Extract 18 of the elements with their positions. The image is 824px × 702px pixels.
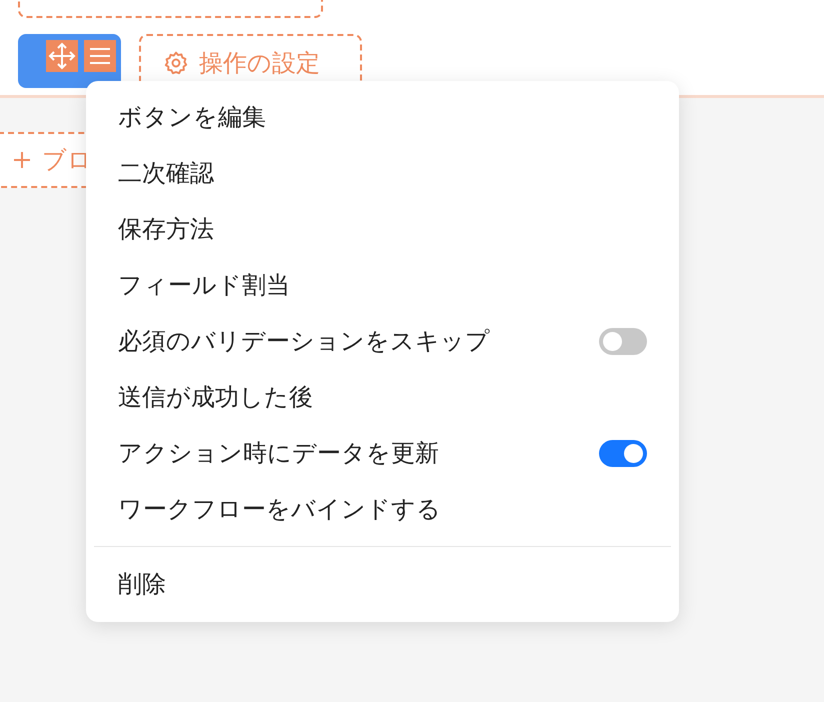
menu-item[interactable]: フィールド割当: [86, 257, 679, 313]
menu-item-label: 必須のバリデーションをスキップ: [118, 326, 490, 357]
menu-item[interactable]: 送信が成功した後: [86, 369, 679, 425]
menu-item[interactable]: 必須のバリデーションをスキップ: [86, 313, 679, 369]
toggle-switch[interactable]: [599, 328, 647, 354]
menu-item[interactable]: アクション時にデータを更新: [86, 425, 679, 481]
menu-item[interactable]: ボタンを編集: [86, 89, 679, 145]
menu-icon[interactable]: [84, 40, 116, 72]
gear-icon: [163, 50, 189, 76]
primary-button[interactable]: [18, 34, 121, 88]
plus-icon: [12, 150, 32, 170]
menu-item[interactable]: 削除: [86, 556, 679, 612]
toggle-switch[interactable]: [599, 440, 647, 466]
menu-item[interactable]: 二次確認: [86, 145, 679, 201]
menu-item-label: アクション時にデータを更新: [118, 438, 439, 469]
menu-item[interactable]: ワークフローをバインドする: [86, 481, 679, 537]
menu-item[interactable]: 保存方法: [86, 201, 679, 257]
move-handle-icon[interactable]: [46, 40, 78, 72]
